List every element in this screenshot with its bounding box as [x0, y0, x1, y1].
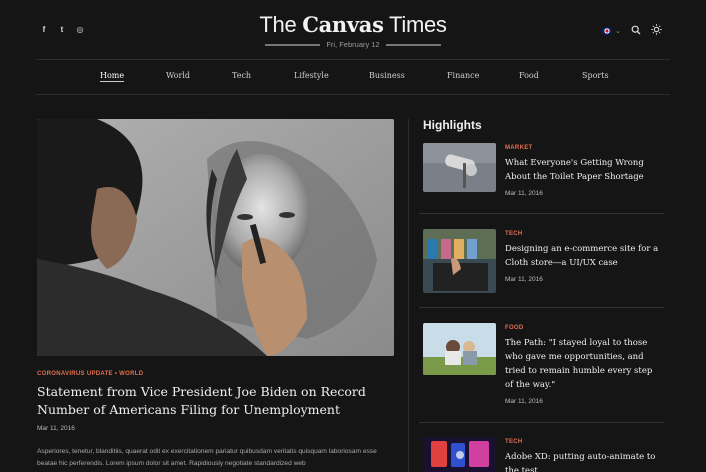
hero-date: Mar 11, 2016: [37, 425, 75, 432]
highlight-date: Mar 11, 2016: [505, 190, 543, 197]
highlight-thumbnail[interactable]: [423, 437, 496, 472]
highlight-category[interactable]: MARKET: [505, 145, 532, 151]
search-icon[interactable]: [631, 25, 641, 38]
uk-flag-icon[interactable]: [602, 27, 613, 35]
highlight-title[interactable]: Adobe XD: putting auto-animate to the te…: [505, 450, 663, 472]
nav-item-food[interactable]: Food: [519, 71, 539, 80]
nav-item-lifestyle[interactable]: Lifestyle: [294, 71, 329, 80]
column-divider: [408, 119, 409, 472]
highlight-title[interactable]: The Path: "I stayed loyal to those who g…: [505, 336, 663, 392]
current-date: Fri, February 12: [326, 40, 380, 49]
nav-item-tech[interactable]: Tech: [232, 71, 251, 80]
nav-item-world[interactable]: World: [166, 71, 190, 80]
highlight-category[interactable]: TECH: [505, 439, 523, 445]
nav-divider: [36, 94, 670, 95]
header-divider: [36, 59, 670, 60]
highlight-title[interactable]: Designing an e-commerce site for a Cloth…: [505, 242, 663, 270]
highlight-date: Mar 11, 2016: [505, 398, 543, 405]
nav-item-finance[interactable]: Finance: [447, 71, 479, 80]
highlight-thumbnail[interactable]: [423, 143, 496, 192]
site-logo[interactable]: The Canvas Times: [0, 12, 706, 38]
highlight-category[interactable]: FOOD: [505, 325, 524, 331]
logo-part-the: The: [259, 12, 303, 37]
main-nav: Home World Tech Lifestyle Business Finan…: [0, 71, 706, 83]
logo-part-times: Times: [383, 12, 447, 37]
hero-title[interactable]: Statement from Vice President Joe Biden …: [37, 383, 387, 419]
hero-category[interactable]: CORONAVIRUS UPDATE • WORLD: [37, 371, 143, 377]
highlight-category[interactable]: TECH: [505, 231, 523, 237]
date-rule-left: [265, 43, 321, 46]
header-actions: ⌄: [602, 24, 662, 38]
highlight-divider: [419, 307, 664, 308]
chevron-down-icon[interactable]: ⌄: [615, 27, 621, 35]
site-brand: The Canvas Times Fri, February 12: [0, 12, 706, 49]
hero-excerpt: Asperiores, tenetur, blanditiis, quaerat…: [37, 448, 377, 467]
nav-item-sports[interactable]: Sports: [582, 71, 609, 80]
date-row: Fri, February 12: [0, 40, 706, 49]
nav-item-business[interactable]: Business: [369, 71, 405, 80]
highlight-date: Mar 11, 2016: [505, 276, 543, 283]
logo-part-canvas: Canvas: [302, 12, 384, 37]
highlight-divider: [419, 213, 664, 214]
hero-image[interactable]: [37, 119, 394, 356]
highlight-divider: [419, 422, 664, 423]
highlights-heading: Highlights: [423, 118, 482, 132]
highlight-thumbnail[interactable]: [423, 229, 496, 293]
highlight-thumbnail[interactable]: [423, 323, 496, 375]
nav-item-home[interactable]: Home: [100, 71, 125, 82]
highlight-title[interactable]: What Everyone's Getting Wrong About the …: [505, 156, 663, 184]
date-rule-right: [385, 43, 441, 46]
sun-icon[interactable]: [651, 24, 662, 38]
